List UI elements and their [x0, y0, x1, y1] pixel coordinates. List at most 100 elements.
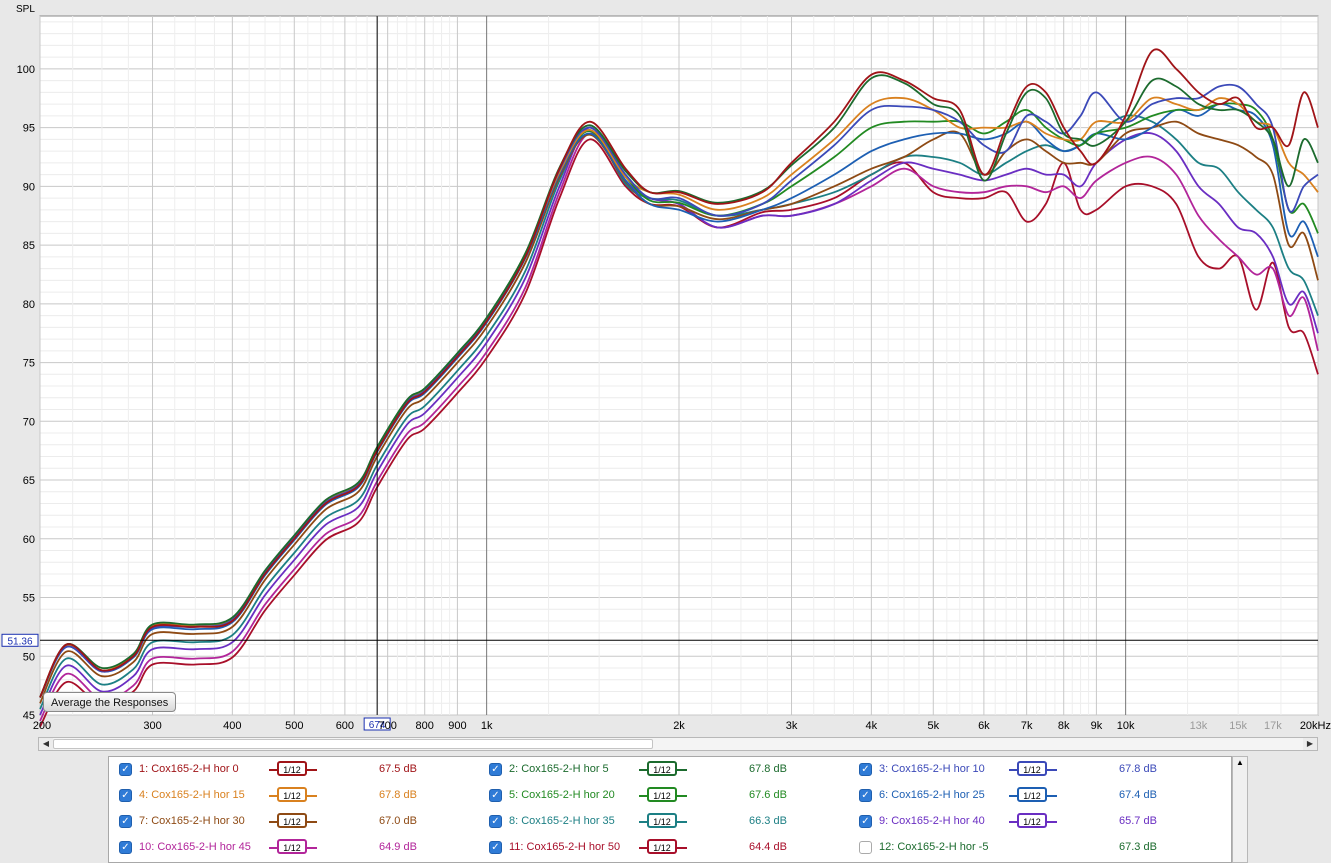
visibility-checkbox[interactable]: ✓	[489, 815, 502, 828]
y-axis-label: SPL	[16, 4, 35, 15]
legend-vertical-scrollbar[interactable]: ▲	[1232, 756, 1248, 863]
y-tick-label: 95	[23, 123, 35, 135]
x-tick-label: 20kHz	[1300, 720, 1331, 732]
visibility-checkbox[interactable]: ✓	[119, 815, 132, 828]
scroll-right-icon[interactable]: ▶	[1303, 738, 1317, 750]
smoothing-label: 1/12	[1017, 761, 1047, 776]
legend-item-value: 67.3 dB	[1119, 841, 1157, 853]
x-tick-labels: 200 300 400 500 600 700 800 900 1k 2k 3k 4k 5k 6k 7k 8k…	[33, 720, 1331, 732]
y-tick-label: 100	[17, 64, 35, 76]
visibility-checkbox[interactable]: ✓	[119, 789, 132, 802]
visibility-checkbox[interactable]: ✓	[489, 841, 502, 854]
legend-item-value: 66.3 dB	[749, 815, 787, 827]
legend-item: ✓ 11: Cox165-2-H hor 50 1/12 64.4 dB	[489, 839, 849, 857]
smoothing-selector[interactable]: 1/12	[639, 761, 687, 778]
x-tick-label: 900	[448, 720, 466, 732]
visibility-checkbox[interactable]: ✓	[119, 763, 132, 776]
smoothing-label: 1/12	[647, 787, 677, 802]
legend-item: ✓ 9: Cox165-2-H hor 40 1/12 65.7 dB	[859, 813, 1219, 831]
horizontal-scrollbar[interactable]: ◀ ▶	[38, 737, 1318, 751]
x-tick-label: 600	[336, 720, 354, 732]
x-tick-label: 700	[378, 720, 396, 732]
legend-item-value: 67.8 dB	[379, 789, 417, 801]
y-tick-label: 75	[23, 358, 35, 370]
visibility-checkbox[interactable]: ✓	[859, 815, 872, 828]
smoothing-selector[interactable]: 1/12	[269, 839, 317, 856]
legend-item-value: 65.7 dB	[1119, 815, 1157, 827]
legend-item-value: 67.4 dB	[1119, 789, 1157, 801]
legend-item-label: 7: Cox165-2-H hor 30	[139, 815, 245, 827]
legend-item-value: 67.5 dB	[379, 763, 417, 775]
smoothing-label: 1/12	[647, 813, 677, 828]
visibility-checkbox[interactable]: ✓	[489, 763, 502, 776]
smoothing-label: 1/12	[277, 839, 307, 854]
visibility-checkbox[interactable]: ✓	[489, 789, 502, 802]
visibility-checkbox[interactable]: ✓	[119, 841, 132, 854]
smoothing-selector[interactable]: 1/12	[639, 813, 687, 830]
scroll-left-icon[interactable]: ◀	[39, 738, 53, 750]
y-tick-label: 55	[23, 593, 35, 605]
y-tick-labels: 4550556065707580859095100	[17, 64, 35, 722]
x-tick-label: 5k	[927, 720, 939, 732]
smoothing-selector[interactable]: 1/12	[269, 787, 317, 804]
legend-item-value: 67.0 dB	[379, 815, 417, 827]
smoothing-selector[interactable]: 1/12	[639, 839, 687, 856]
legend-item: 12: Cox165-2-H hor -5 67.3 dB	[859, 841, 1219, 857]
legend-item-value: 64.9 dB	[379, 841, 417, 853]
x-tick-label: 500	[285, 720, 303, 732]
legend-item-value: 64.4 dB	[749, 841, 787, 853]
legend-item-label: 11: Cox165-2-H hor 50	[509, 841, 621, 853]
y-tick-label: 80	[23, 299, 35, 311]
smoothing-selector[interactable]: 1/12	[1009, 761, 1057, 778]
average-responses-button[interactable]: Average the Responses	[43, 692, 177, 712]
smoothing-selector[interactable]: 1/12	[639, 787, 687, 804]
legend-item-label: 2: Cox165-2-H hor 5	[509, 763, 609, 775]
legend-item: ✓ 5: Cox165-2-H hor 20 1/12 67.6 dB	[489, 787, 849, 805]
measurement-legend: ✓ 1: Cox165-2-H hor 0 1/12 67.5 dB ✓ 2: Cox16…	[108, 756, 1232, 863]
y-tick-label: 50	[23, 651, 35, 663]
scroll-up-icon[interactable]: ▲	[1233, 757, 1247, 769]
x-tick-label: 6k	[978, 720, 990, 732]
legend-item-label: 1: Cox165-2-H hor 0	[139, 763, 239, 775]
x-tick-label: 400	[223, 720, 241, 732]
y-tick-label: 60	[23, 534, 35, 546]
smoothing-selector[interactable]: 1/12	[269, 813, 317, 830]
y-tick-label: 85	[23, 240, 35, 252]
smoothing-label: 1/12	[1017, 787, 1047, 802]
smoothing-selector[interactable]: 1/12	[1009, 813, 1057, 830]
smoothing-label: 1/12	[277, 761, 307, 776]
x-tick-label: 300	[143, 720, 161, 732]
x-tick-label: 1k	[481, 720, 493, 732]
legend-item: ✓ 8: Cox165-2-H hor 35 1/12 66.3 dB	[489, 813, 849, 831]
visibility-checkbox[interactable]: ✓	[859, 789, 872, 802]
smoothing-label: 1/12	[647, 839, 677, 854]
smoothing-label: 1/12	[647, 761, 677, 776]
smoothing-selector[interactable]: 1/12	[269, 761, 317, 778]
legend-item-value: 67.8 dB	[749, 763, 787, 775]
x-tick-label: 200	[33, 720, 51, 732]
legend-item-value: 67.8 dB	[1119, 763, 1157, 775]
legend-item-label: 5: Cox165-2-H hor 20	[509, 789, 615, 801]
y-tick-label: 70	[23, 416, 35, 428]
x-tick-label: 9k	[1091, 720, 1103, 732]
smoothing-selector[interactable]: 1/12	[1009, 787, 1057, 804]
legend-item: ✓ 6: Cox165-2-H hor 25 1/12 67.4 dB	[859, 787, 1219, 805]
legend-item-label: 12: Cox165-2-H hor -5	[879, 841, 989, 853]
legend-item-label: 10: Cox165-2-H hor 45	[139, 841, 251, 853]
x-tick-label: 3k	[786, 720, 798, 732]
x-tick-label: 15k	[1229, 720, 1247, 732]
legend-item: ✓ 1: Cox165-2-H hor 0 1/12 67.5 dB	[119, 761, 479, 779]
spl-chart[interactable]: SPL 51.36674 4550556065707580859095100 2…	[0, 0, 1331, 735]
y-tick-label: 65	[23, 475, 35, 487]
visibility-checkbox[interactable]	[859, 841, 872, 854]
visibility-checkbox[interactable]: ✓	[859, 763, 872, 776]
scrollbar-thumb[interactable]	[53, 739, 653, 749]
smoothing-label: 1/12	[277, 787, 307, 802]
legend-item-label: 8: Cox165-2-H hor 35	[509, 815, 615, 827]
x-tick-label: 10k	[1117, 720, 1135, 732]
y-tick-label: 90	[23, 181, 35, 193]
x-tick-label: 17k	[1264, 720, 1282, 732]
smoothing-label: 1/12	[1017, 813, 1047, 828]
x-tick-label: 2k	[673, 720, 685, 732]
legend-item: ✓ 10: Cox165-2-H hor 45 1/12 64.9 dB	[119, 839, 479, 857]
